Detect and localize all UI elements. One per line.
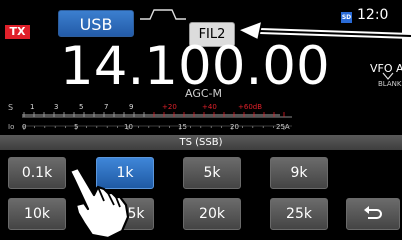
id-tick-10: 10 (124, 123, 133, 131)
tx-indicator: TX (5, 25, 30, 39)
id-tick-5: 5 (74, 123, 79, 131)
s-label: S (8, 103, 14, 112)
ts-header: TS (SSB) (0, 135, 402, 150)
id-label: Io (8, 123, 15, 131)
s-tick-5: 5 (79, 103, 84, 111)
return-button[interactable] (346, 198, 400, 230)
agc-indicator: AGC-M (185, 87, 222, 100)
s-tick-plus40: +40 (202, 103, 217, 111)
filter-shape-icon (140, 9, 186, 20)
id-tick-0: 0 (22, 123, 27, 131)
ts-button-10k[interactable]: 10k (8, 198, 66, 230)
ts-button-20k[interactable]: 20k (183, 198, 241, 230)
id-tick-15: 15 (178, 123, 187, 131)
id-tick-20: 20 (230, 123, 239, 131)
s-tick-1: 1 (30, 103, 35, 111)
blank-indicator: BLANK (378, 80, 402, 88)
s-tick-9: 9 (129, 103, 134, 111)
s-tick-plus60: +60dB (238, 103, 263, 111)
ts-button-0-1k[interactable]: 0.1k (8, 157, 66, 189)
s-tick-plus20: +20 (162, 103, 177, 111)
tap-hand-icon (68, 166, 130, 240)
ts-button-5k[interactable]: 5k (183, 157, 241, 189)
vfo-mark-icon (382, 72, 394, 80)
ts-button-9k[interactable]: 9k (270, 157, 328, 189)
s-tick-7: 7 (104, 103, 109, 111)
s-tick-3: 3 (54, 103, 59, 111)
callout-arrow (237, 20, 411, 41)
meter-labels: S Io 1 3 5 7 9 +20 +40 +60dB 0 5 10 15 2… (8, 101, 308, 135)
mode-button[interactable]: USB (58, 10, 134, 37)
ts-button-25k[interactable]: 25k (270, 198, 328, 230)
return-arrow-icon (364, 206, 382, 219)
id-tick-25a: 25A (276, 123, 290, 131)
